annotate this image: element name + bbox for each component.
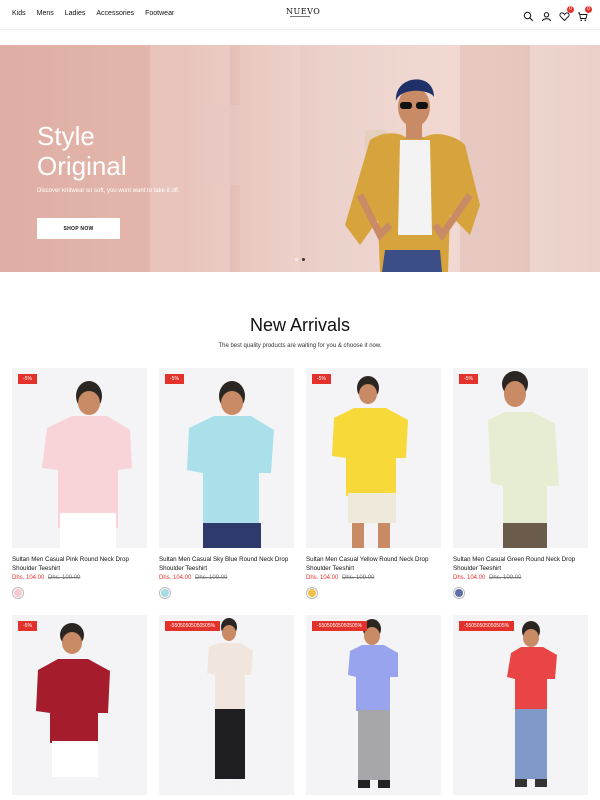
product-image[interactable] bbox=[12, 615, 147, 795]
product-price: Dhs. 104.00 Dhs. 109.00 bbox=[453, 575, 521, 581]
sale-badge: -5% bbox=[18, 374, 37, 384]
product-image[interactable] bbox=[306, 615, 441, 795]
search-icon[interactable] bbox=[523, 9, 534, 22]
nav-ladies[interactable]: Ladies bbox=[65, 10, 86, 17]
nav-mens[interactable]: Mens bbox=[37, 10, 54, 17]
hero-wall-panel bbox=[240, 45, 300, 272]
slider-dot-active[interactable] bbox=[302, 258, 305, 261]
sale-badge: -5% bbox=[312, 374, 331, 384]
header-icons: 0 0 bbox=[523, 6, 592, 22]
nav-accessories[interactable]: Accessories bbox=[96, 10, 134, 17]
slider-dot[interactable] bbox=[295, 258, 298, 261]
old-price: Dhs. 109.00 bbox=[195, 575, 228, 581]
sale-badge: -5% bbox=[165, 374, 184, 384]
shop-now-button[interactable]: SHOP NOW bbox=[37, 218, 120, 239]
product-price: Dhs. 104.00 Dhs. 109.00 bbox=[159, 575, 227, 581]
wishlist-count-badge: 0 bbox=[567, 6, 574, 13]
nav-footwear[interactable]: Footwear bbox=[145, 10, 174, 17]
main-nav: Kids Mens Ladies Accessories Footwear bbox=[12, 10, 174, 17]
product-image[interactable] bbox=[159, 615, 294, 795]
sale-badge: -55050505050505% bbox=[312, 621, 368, 631]
hero-banner: Style Original Discover knitwear so soft… bbox=[0, 45, 600, 272]
current-price: Dhs. 104.00 bbox=[306, 575, 339, 581]
product-name[interactable]: Sultan Men Casual Green Round Neck Drop … bbox=[453, 555, 593, 573]
current-price: Dhs. 104.00 bbox=[159, 575, 192, 581]
sale-badge: -5% bbox=[459, 374, 478, 384]
product-image[interactable] bbox=[12, 368, 147, 548]
sale-badge: -5% bbox=[18, 621, 37, 631]
product-price: Dhs. 104.00 Dhs. 109.00 bbox=[306, 575, 374, 581]
color-swatch[interactable] bbox=[306, 587, 318, 599]
color-swatch[interactable] bbox=[12, 587, 24, 599]
old-price: Dhs. 109.00 bbox=[489, 575, 522, 581]
hero-title-line2: Original bbox=[37, 151, 127, 181]
hero-window bbox=[200, 105, 240, 185]
site-header: Kids Mens Ladies Accessories Footwear NU… bbox=[0, 0, 600, 30]
sale-badge: -55050505050505% bbox=[459, 621, 515, 631]
cart-count-badge: 0 bbox=[585, 6, 592, 13]
current-price: Dhs. 104.00 bbox=[12, 575, 45, 581]
section-title: New Arrivals bbox=[249, 315, 351, 335]
product-price: Dhs. 104.00 Dhs. 109.00 bbox=[12, 575, 80, 581]
color-swatch[interactable] bbox=[453, 587, 465, 599]
cart-icon[interactable]: 0 bbox=[577, 6, 592, 22]
current-price: Dhs. 104.00 bbox=[453, 575, 486, 581]
color-swatch[interactable] bbox=[159, 587, 171, 599]
slider-dots bbox=[295, 258, 305, 261]
sale-badge: -55050505050505% bbox=[165, 621, 221, 631]
logo-text: NUEVO bbox=[286, 7, 321, 16]
logo[interactable]: NUEVO bbox=[282, 6, 320, 20]
hero-subtitle: Discover knitwear so soft, you wont want… bbox=[37, 188, 180, 194]
logo-underline bbox=[290, 16, 310, 17]
product-name[interactable]: Sultan Men Casual Sky Blue Round Neck Dr… bbox=[159, 555, 299, 573]
hero-title-line1: Style bbox=[37, 121, 95, 151]
hero-model-image bbox=[345, 79, 480, 272]
product-image[interactable] bbox=[306, 368, 441, 548]
product-name[interactable]: Sultan Men Casual Pink Round Neck Drop S… bbox=[12, 555, 152, 573]
product-image[interactable] bbox=[159, 368, 294, 548]
account-icon[interactable] bbox=[541, 9, 552, 22]
section-subtitle: The best quality products are waiting fo… bbox=[218, 343, 382, 349]
old-price: Dhs. 109.00 bbox=[342, 575, 375, 581]
nav-kids[interactable]: Kids bbox=[12, 10, 26, 17]
hero-title: Style Original bbox=[37, 121, 127, 181]
wishlist-icon[interactable]: 0 bbox=[559, 6, 574, 22]
product-name[interactable]: Sultan Men Casual Yellow Round Neck Drop… bbox=[306, 555, 446, 573]
product-image[interactable] bbox=[453, 368, 588, 548]
product-image[interactable] bbox=[453, 615, 588, 795]
old-price: Dhs. 109.00 bbox=[48, 575, 81, 581]
